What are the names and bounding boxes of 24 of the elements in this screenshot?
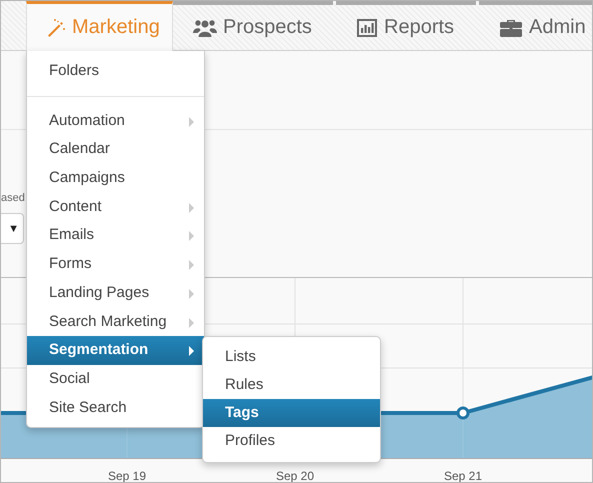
caption-text: ased: [1, 191, 25, 205]
menu-item[interactable]: Site Search: [27, 394, 204, 422]
nav-tab[interactable]: Reports: [336, 1, 476, 50]
bar-chart-icon: [356, 18, 378, 38]
menu-item[interactable]: Segmentation: [27, 336, 204, 365]
select-field[interactable]: ▼: [1, 213, 24, 244]
briefcase-icon: [499, 18, 523, 38]
menu-item[interactable]: Forms: [27, 250, 204, 279]
menu-item[interactable]: Tags: [203, 399, 380, 427]
menu-item[interactable]: Landing Pages: [27, 278, 204, 308]
wand-icon: [46, 18, 66, 38]
people-icon: [193, 18, 217, 38]
menu-item[interactable]: Rules: [203, 371, 380, 399]
menu-item[interactable]: Folders: [27, 57, 204, 86]
menu-item[interactable]: Automation: [27, 106, 204, 136]
menu-item[interactable]: Search Marketing: [27, 308, 204, 336]
nav-tab[interactable]: Admin: [479, 1, 592, 50]
menu-item[interactable]: Emails: [27, 221, 204, 250]
menu-item[interactable]: Lists: [203, 343, 380, 371]
menu-item[interactable]: Calendar: [27, 135, 204, 164]
menu-item[interactable]: Social: [27, 364, 204, 394]
menu-item[interactable]: Campaigns: [27, 164, 204, 193]
menu-item[interactable]: Content: [27, 192, 204, 222]
menu-item[interactable]: Profiles: [203, 427, 380, 455]
